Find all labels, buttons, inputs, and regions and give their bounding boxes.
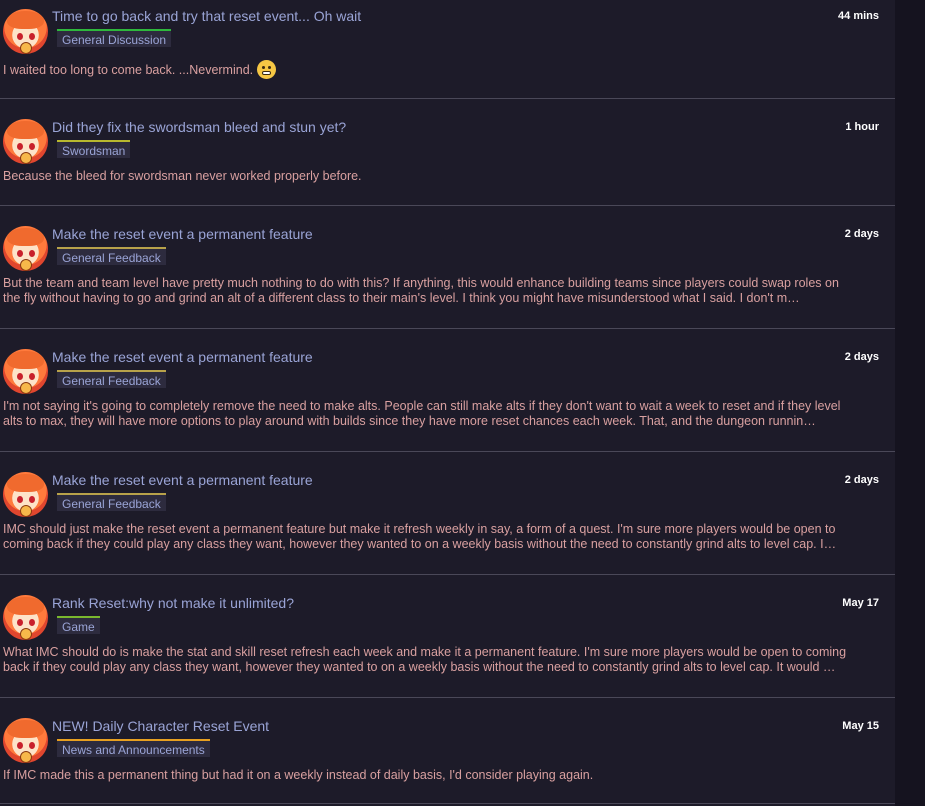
post-timestamp: May 15 bbox=[842, 720, 879, 732]
category-badge[interactable]: Swordsman bbox=[57, 140, 131, 158]
topic-title-link[interactable]: Time to go back and try that reset event… bbox=[52, 8, 361, 24]
list-item: NEW! Daily Character Reset Event News an… bbox=[0, 698, 895, 806]
category-badge[interactable]: News and Announcements bbox=[57, 739, 210, 757]
divider bbox=[0, 803, 895, 804]
avatar[interactable] bbox=[3, 226, 48, 271]
topic-title-link[interactable]: NEW! Daily Character Reset Event bbox=[52, 718, 269, 734]
scrollbar-track[interactable] bbox=[895, 0, 925, 806]
post-timestamp: 44 mins bbox=[838, 10, 879, 22]
category-badge[interactable]: General Feedback bbox=[57, 370, 166, 388]
excerpt-line: back if they could play any class they w… bbox=[3, 660, 836, 674]
list-item: Make the reset event a permanent feature… bbox=[0, 329, 895, 452]
category-badge[interactable]: Game bbox=[57, 616, 100, 634]
category-badge[interactable]: General Discussion bbox=[57, 29, 172, 47]
list-item: Make the reset event a permanent feature… bbox=[0, 206, 895, 329]
excerpt-line: IMC should just make the reset event a p… bbox=[3, 522, 836, 536]
post-excerpt: I waited too long to come back. ...Never… bbox=[3, 60, 883, 79]
post-timestamp: 1 hour bbox=[845, 121, 879, 133]
topic-title-link[interactable]: Make the reset event a permanent feature bbox=[52, 349, 313, 365]
topic-title-link[interactable]: Make the reset event a permanent feature bbox=[52, 472, 313, 488]
excerpt-line: But the team and team level have pretty … bbox=[3, 276, 839, 290]
avatar[interactable] bbox=[3, 718, 48, 763]
post-excerpt: But the team and team level have pretty … bbox=[3, 276, 883, 306]
excerpt-line: I waited too long to come back. ...Never… bbox=[3, 63, 254, 77]
topic-title-link[interactable]: Rank Reset:why not make it unlimited? bbox=[52, 595, 294, 611]
topic-title-link[interactable]: Make the reset event a permanent feature bbox=[52, 226, 313, 242]
excerpt-line: alts to max, they will have more options… bbox=[3, 414, 816, 428]
list-item: Time to go back and try that reset event… bbox=[0, 0, 895, 99]
list-item: Did they fix the swordsman bleed and stu… bbox=[0, 99, 895, 206]
excerpt-line: the fly without having to go and grind a… bbox=[3, 291, 800, 305]
post-timestamp: 2 days bbox=[844, 474, 879, 486]
excerpt-line: I'm not saying it's going to completely … bbox=[3, 399, 841, 413]
excerpt-line: What IMC should do is make the stat and … bbox=[3, 645, 847, 659]
post-excerpt: IMC should just make the reset event a p… bbox=[3, 522, 883, 552]
post-excerpt: What IMC should do is make the stat and … bbox=[3, 645, 883, 675]
grimacing-face-icon bbox=[257, 60, 277, 79]
post-timestamp: 2 days bbox=[844, 351, 879, 363]
avatar[interactable] bbox=[3, 472, 48, 517]
post-timestamp: May 17 bbox=[842, 597, 879, 609]
avatar[interactable] bbox=[3, 349, 48, 394]
excerpt-line: Because the bleed for swordsman never wo… bbox=[3, 169, 362, 183]
list-item: Rank Reset:why not make it unlimited? Ga… bbox=[0, 575, 895, 698]
category-badge[interactable]: General Feedback bbox=[57, 493, 166, 511]
list-item: Make the reset event a permanent feature… bbox=[0, 452, 895, 575]
avatar[interactable] bbox=[3, 9, 48, 54]
post-timestamp: 2 days bbox=[844, 228, 879, 240]
excerpt-line: coming back if they could play any class… bbox=[3, 537, 837, 551]
avatar[interactable] bbox=[3, 595, 48, 640]
post-excerpt: If IMC made this a permanent thing but h… bbox=[3, 768, 883, 783]
topic-title-link[interactable]: Did they fix the swordsman bleed and stu… bbox=[52, 119, 346, 135]
category-badge[interactable]: General Feedback bbox=[57, 247, 166, 265]
post-excerpt: I'm not saying it's going to completely … bbox=[3, 399, 883, 429]
excerpt-line: If IMC made this a permanent thing but h… bbox=[3, 768, 594, 782]
post-excerpt: Because the bleed for swordsman never wo… bbox=[3, 169, 883, 184]
avatar[interactable] bbox=[3, 119, 48, 164]
